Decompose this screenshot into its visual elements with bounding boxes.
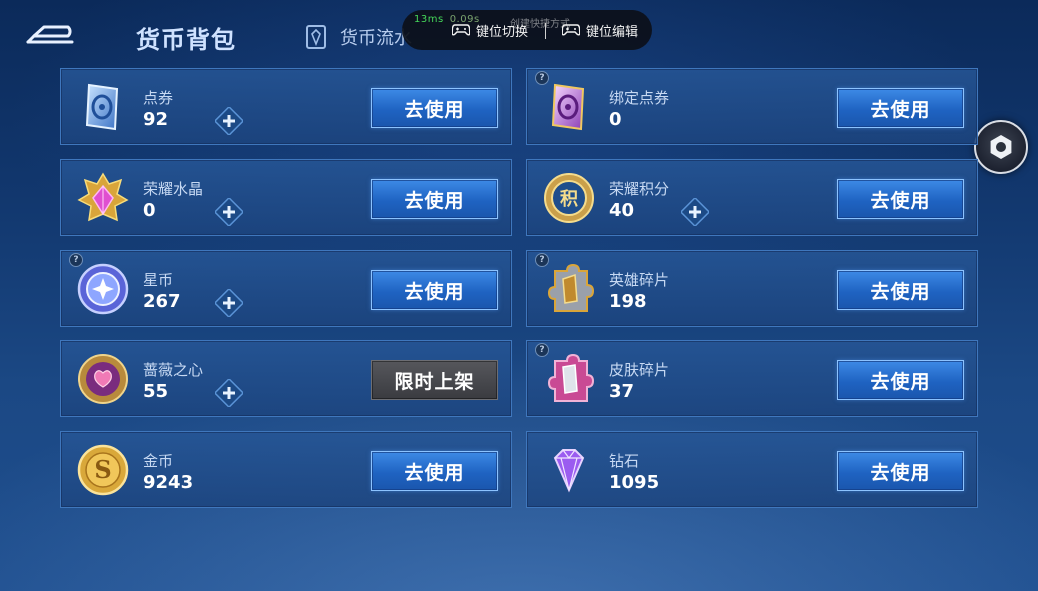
- currency-name: 英雄碎片: [609, 271, 670, 289]
- svg-text:积: 积: [560, 189, 578, 210]
- currency-amount: 198: [609, 291, 647, 312]
- add-icon[interactable]: [681, 198, 709, 226]
- currency-card-diamond: 钻石 1095 去使用: [526, 431, 978, 508]
- currency-amount: 37: [609, 381, 635, 402]
- use-button[interactable]: 去使用: [371, 179, 498, 219]
- gamepad-icon: [452, 24, 470, 36]
- tab-currency-flow[interactable]: 货币流水: [302, 22, 412, 52]
- currency-amount: 40: [609, 200, 635, 221]
- currency-card-rose-heart: 蔷薇之心 55 限时上架: [60, 340, 512, 417]
- page-title: 货币背包: [136, 26, 236, 54]
- back-arrow-icon[interactable]: [24, 22, 80, 48]
- use-button[interactable]: 去使用: [371, 88, 498, 128]
- star-coin-icon: [77, 263, 129, 315]
- keymap-switch-button[interactable]: 键位切换: [452, 10, 528, 50]
- currency-name: 金币: [143, 452, 174, 470]
- currency-amount: 9243: [143, 472, 194, 493]
- add-icon[interactable]: [215, 198, 243, 226]
- currency-card-glory-crystal: 荣耀水晶 0 去使用: [60, 159, 512, 236]
- limited-time-button[interactable]: 限时上架: [371, 360, 498, 400]
- svg-text:S: S: [94, 455, 111, 484]
- glory-points-icon: 积: [544, 173, 594, 223]
- diamond-icon: [553, 449, 585, 493]
- currency-amount: 0: [609, 109, 622, 130]
- keymap-switch-label: 键位切换: [476, 24, 529, 40]
- currency-name: 星币: [143, 271, 174, 289]
- currency-card-glory-points: 积 荣耀积分 40 去使用: [526, 159, 978, 236]
- currency-amount: 1095: [609, 472, 660, 493]
- gold-coin-icon: S: [77, 444, 129, 496]
- currency-card-hero-fragment: ? 英雄碎片 198 去使用: [526, 250, 978, 327]
- currency-amount: 0: [143, 200, 156, 221]
- hexagon-nut-icon: [990, 135, 1012, 159]
- currency-amount: 55: [143, 381, 169, 402]
- currency-card-bound-coupon: ? 绑定点券 0 去使用: [526, 68, 978, 145]
- currency-name: 荣耀水晶: [143, 180, 204, 198]
- add-icon[interactable]: [215, 379, 243, 407]
- floating-settings-button[interactable]: [974, 120, 1028, 174]
- gamepad-icon: [562, 24, 580, 36]
- currency-name: 点券: [143, 89, 174, 107]
- currency-card-gold-coin: S 金币 9243 去使用: [60, 431, 512, 508]
- use-button[interactable]: 去使用: [837, 179, 964, 219]
- keymap-edit-button[interactable]: 键位编辑: [562, 10, 638, 50]
- keymap-overlay-toolbar: 13ms 0.09s 创建快捷方式 键位切换 键位编辑: [402, 10, 652, 50]
- use-button[interactable]: 去使用: [371, 451, 498, 491]
- use-button[interactable]: 去使用: [837, 360, 964, 400]
- currency-amount: 92: [143, 109, 169, 130]
- currency-name: 绑定点券: [609, 89, 670, 107]
- currency-amount: 267: [143, 291, 181, 312]
- skin-fragment-icon: [547, 353, 595, 402]
- glory-crystal-icon: [77, 172, 129, 222]
- use-button[interactable]: 去使用: [837, 451, 964, 491]
- hero-fragment-icon: [547, 263, 595, 312]
- currency-card-star-coin: ? 星币 267 去使用: [60, 250, 512, 327]
- currency-name: 皮肤碎片: [609, 361, 670, 379]
- use-button[interactable]: 去使用: [837, 270, 964, 310]
- currency-name: 钻石: [609, 452, 640, 470]
- overlay-divider: [545, 23, 546, 39]
- use-button[interactable]: 去使用: [371, 270, 498, 310]
- rose-heart-icon: [78, 354, 128, 404]
- currency-name: 荣耀积分: [609, 180, 670, 198]
- add-icon[interactable]: [215, 289, 243, 317]
- currency-card-coupon: 点券 92 去使用: [60, 68, 512, 145]
- keymap-edit-label: 键位编辑: [586, 24, 639, 40]
- currency-name: 蔷薇之心: [143, 361, 204, 379]
- currency-card-skin-fragment: ? 皮肤碎片 37 去使用: [526, 340, 978, 417]
- bound-coupon-card-icon: [551, 83, 585, 131]
- ledger-icon: [306, 25, 326, 49]
- use-button[interactable]: 去使用: [837, 88, 964, 128]
- add-icon[interactable]: [215, 107, 243, 135]
- coupon-card-icon: [85, 83, 119, 131]
